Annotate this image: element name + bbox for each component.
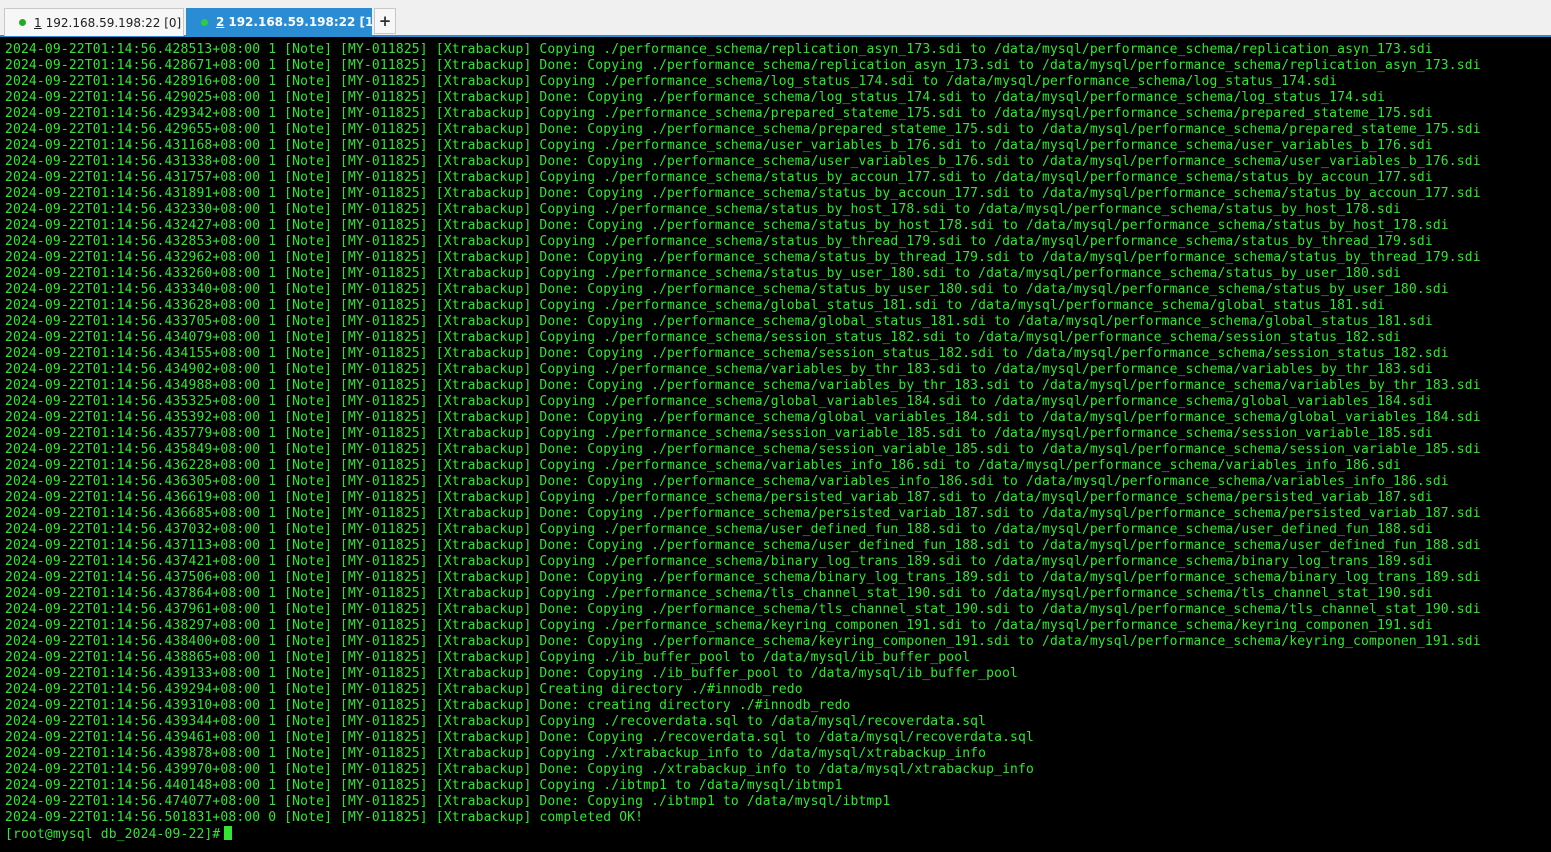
log-line: 2024-09-22T01:14:56.434902+08:00 1 [Note…	[5, 362, 1433, 377]
log-line: 2024-09-22T01:14:56.435779+08:00 1 [Note…	[5, 426, 1433, 441]
tab-session-2[interactable]: 2 192.168.59.198:22 [1] ×	[186, 8, 394, 36]
log-line: 2024-09-22T01:14:56.433705+08:00 1 [Note…	[5, 314, 1433, 329]
log-line: 2024-09-22T01:14:56.438400+08:00 1 [Note…	[5, 634, 1481, 649]
log-line: 2024-09-22T01:14:56.433260+08:00 1 [Note…	[5, 266, 1401, 281]
log-line: 2024-09-22T01:14:56.437421+08:00 1 [Note…	[5, 554, 1433, 569]
log-line: 2024-09-22T01:14:56.436305+08:00 1 [Note…	[5, 474, 1449, 489]
log-line: 2024-09-22T01:14:56.437506+08:00 1 [Note…	[5, 570, 1481, 585]
log-lines: 2024-09-22T01:14:56.428513+08:00 1 [Note…	[5, 42, 1551, 826]
tab-number: 1	[34, 15, 42, 30]
log-line: 2024-09-22T01:14:56.433628+08:00 1 [Note…	[5, 298, 1385, 313]
log-line: 2024-09-22T01:14:56.437864+08:00 1 [Note…	[5, 586, 1433, 601]
log-line: 2024-09-22T01:14:56.437961+08:00 1 [Note…	[5, 602, 1481, 617]
log-line: 2024-09-22T01:14:56.439970+08:00 1 [Note…	[5, 762, 1034, 777]
terminal-output[interactable]: 2024-09-22T01:14:56.428513+08:00 1 [Note…	[0, 37, 1551, 852]
log-line: 2024-09-22T01:14:56.434988+08:00 1 [Note…	[5, 378, 1481, 393]
tab-bar: 1 192.168.59.198:22 [0] × 2 192.168.59.1…	[0, 0, 1551, 37]
log-line: 2024-09-22T01:14:56.439344+08:00 1 [Note…	[5, 714, 987, 729]
connected-status-icon	[201, 18, 208, 26]
log-line: 2024-09-22T01:14:56.432962+08:00 1 [Note…	[5, 250, 1481, 265]
log-line: 2024-09-22T01:14:56.474077+08:00 1 [Note…	[5, 794, 891, 809]
log-line: 2024-09-22T01:14:56.501831+08:00 0 [Note…	[5, 810, 644, 825]
log-line: 2024-09-22T01:14:56.439878+08:00 1 [Note…	[5, 746, 987, 761]
cursor	[224, 826, 233, 840]
log-line: 2024-09-22T01:14:56.439294+08:00 1 [Note…	[5, 682, 803, 697]
log-line: 2024-09-22T01:14:56.432427+08:00 1 [Note…	[5, 218, 1449, 233]
log-line: 2024-09-22T01:14:56.431338+08:00 1 [Note…	[5, 154, 1481, 169]
log-line: 2024-09-22T01:14:56.437113+08:00 1 [Note…	[5, 538, 1481, 553]
connected-status-icon	[19, 19, 26, 26]
log-line: 2024-09-22T01:14:56.434155+08:00 1 [Note…	[5, 346, 1449, 361]
log-line: 2024-09-22T01:14:56.429655+08:00 1 [Note…	[5, 122, 1481, 137]
log-line: 2024-09-22T01:14:56.438297+08:00 1 [Note…	[5, 618, 1433, 633]
log-line: 2024-09-22T01:14:56.429342+08:00 1 [Note…	[5, 106, 1433, 121]
log-line: 2024-09-22T01:14:56.434079+08:00 1 [Note…	[5, 330, 1401, 345]
log-line: 2024-09-22T01:14:56.435325+08:00 1 [Note…	[5, 394, 1433, 409]
log-line: 2024-09-22T01:14:56.440148+08:00 1 [Note…	[5, 778, 843, 793]
log-line: 2024-09-22T01:14:56.433340+08:00 1 [Note…	[5, 282, 1449, 297]
log-line: 2024-09-22T01:14:56.436619+08:00 1 [Note…	[5, 490, 1433, 505]
tab-label: 192.168.59.198:22 [0]	[45, 15, 182, 30]
shell-prompt: [root@mysql db_2024-09-22]#	[5, 827, 221, 842]
log-line: 2024-09-22T01:14:56.429025+08:00 1 [Note…	[5, 90, 1385, 105]
log-line: 2024-09-22T01:14:56.439133+08:00 1 [Note…	[5, 666, 1019, 681]
add-tab-button[interactable]: +	[374, 8, 396, 34]
log-line: 2024-09-22T01:14:56.439310+08:00 1 [Note…	[5, 698, 851, 713]
log-line: 2024-09-22T01:14:56.428513+08:00 1 [Note…	[5, 42, 1433, 57]
log-line: 2024-09-22T01:14:56.428671+08:00 1 [Note…	[5, 58, 1481, 73]
log-line: 2024-09-22T01:14:56.435849+08:00 1 [Note…	[5, 442, 1481, 457]
log-line: 2024-09-22T01:14:56.431891+08:00 1 [Note…	[5, 186, 1481, 201]
tab-number: 2	[216, 15, 225, 29]
log-line: 2024-09-22T01:14:56.435392+08:00 1 [Note…	[5, 410, 1481, 425]
log-line: 2024-09-22T01:14:56.432853+08:00 1 [Note…	[5, 234, 1433, 249]
tab-label: 192.168.59.198:22 [1]	[228, 15, 379, 29]
log-line: 2024-09-22T01:14:56.436685+08:00 1 [Note…	[5, 506, 1481, 521]
prompt-line: [root@mysql db_2024-09-22]#	[5, 826, 1551, 842]
tab-session-1[interactable]: 1 192.168.59.198:22 [0] ×	[4, 8, 196, 36]
log-line: 2024-09-22T01:14:56.436228+08:00 1 [Note…	[5, 458, 1401, 473]
log-line: 2024-09-22T01:14:56.428916+08:00 1 [Note…	[5, 74, 1338, 89]
log-line: 2024-09-22T01:14:56.431168+08:00 1 [Note…	[5, 138, 1433, 153]
log-line: 2024-09-22T01:14:56.432330+08:00 1 [Note…	[5, 202, 1401, 217]
log-line: 2024-09-22T01:14:56.431757+08:00 1 [Note…	[5, 170, 1433, 185]
log-line: 2024-09-22T01:14:56.438865+08:00 1 [Note…	[5, 650, 971, 665]
log-line: 2024-09-22T01:14:56.437032+08:00 1 [Note…	[5, 522, 1433, 537]
log-line: 2024-09-22T01:14:56.439461+08:00 1 [Note…	[5, 730, 1034, 745]
